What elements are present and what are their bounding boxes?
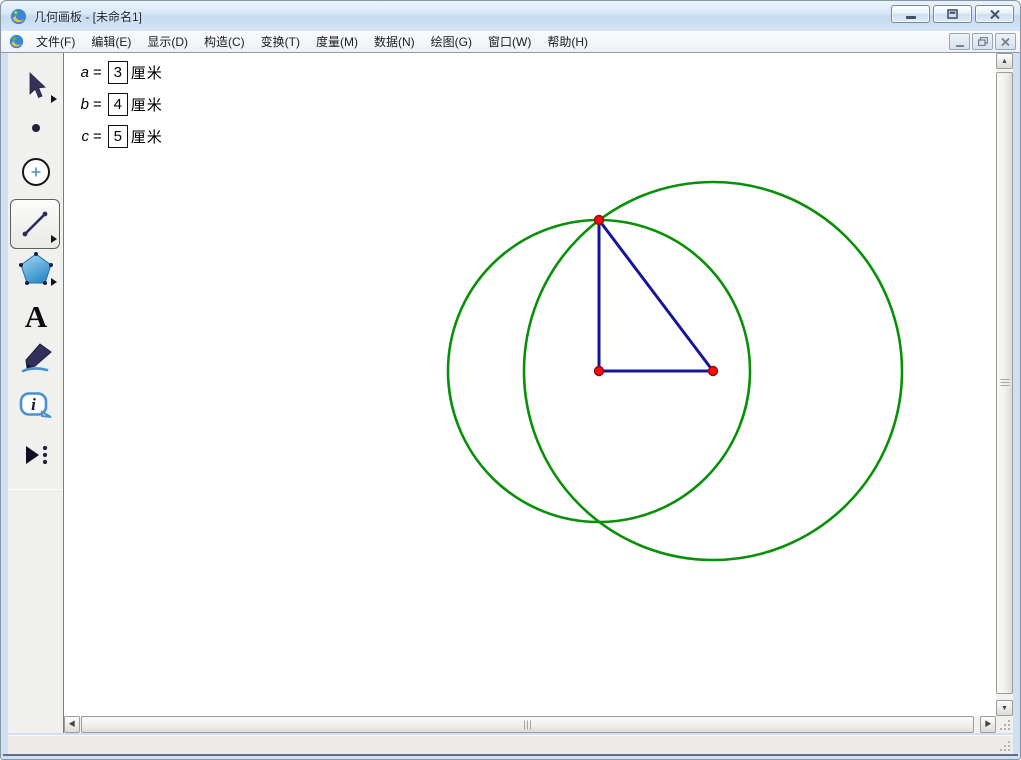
marker-tool[interactable] bbox=[13, 336, 59, 380]
point-B[interactable] bbox=[595, 367, 604, 376]
menu-bar: 文件(F) 编辑(E) 显示(D) 构造(C) 变换(T) 度量(M) 数据(N… bbox=[1, 31, 1020, 53]
geometry-svg bbox=[64, 53, 996, 716]
restore-icon bbox=[947, 9, 958, 19]
flyout-arrow-icon[interactable] bbox=[51, 95, 57, 103]
selection-arrow-icon bbox=[23, 71, 49, 101]
information-tool[interactable]: i bbox=[13, 385, 59, 429]
resize-grip-icon[interactable] bbox=[1000, 720, 1011, 731]
vertical-scrollbar[interactable]: ▲ ▼ bbox=[996, 53, 1013, 716]
minimize-button[interactable] bbox=[891, 5, 930, 23]
parameter-unit: 厘米 bbox=[131, 126, 163, 147]
mdi-close-icon bbox=[1001, 38, 1010, 46]
information-icon: i bbox=[18, 391, 54, 423]
menu-transform[interactable]: 变换(T) bbox=[253, 31, 308, 52]
menu-construct[interactable]: 构造(C) bbox=[196, 31, 253, 52]
parameter-name: b bbox=[79, 96, 89, 113]
parameter-c: c = 5 厘米 bbox=[79, 124, 163, 149]
point-tool[interactable] bbox=[13, 106, 59, 150]
mdi-restore-button[interactable] bbox=[972, 33, 993, 50]
parameter-value-box[interactable]: 3 bbox=[108, 61, 128, 84]
mdi-minimize-icon bbox=[956, 45, 964, 47]
selection-arrow-tool[interactable] bbox=[13, 64, 59, 108]
segment-tool[interactable] bbox=[10, 199, 60, 249]
custom-tool-icon bbox=[21, 440, 51, 470]
horizontal-scrollbar[interactable]: ◀ ▶ bbox=[64, 716, 996, 733]
parameter-list: a = 3 厘米 b = 4 厘米 c = 5 厘米 bbox=[79, 60, 163, 149]
triangle-segment-AC[interactable] bbox=[599, 220, 713, 371]
mdi-restore-icon bbox=[978, 37, 988, 46]
menu-window[interactable]: 窗口(W) bbox=[480, 31, 539, 52]
scrollbar-grip-icon bbox=[524, 720, 532, 729]
minimize-icon bbox=[906, 16, 916, 19]
parameter-unit: 厘米 bbox=[131, 94, 163, 115]
toolbar-separator bbox=[8, 489, 63, 490]
mdi-window-controls bbox=[949, 33, 1016, 50]
circle-icon bbox=[20, 156, 52, 188]
left-arrow-icon: ◀ bbox=[69, 721, 76, 728]
point-C[interactable] bbox=[709, 367, 718, 376]
window-title: 几何画板 - [未命名1] bbox=[34, 8, 142, 25]
scroll-up-button[interactable]: ▲ bbox=[996, 53, 1013, 69]
title-bar: 几何画板 - [未命名1] bbox=[1, 1, 1020, 31]
point-icon bbox=[29, 121, 43, 135]
window-bottom-edge bbox=[3, 754, 1018, 756]
right-arrow-icon: ▶ bbox=[985, 721, 992, 728]
menu-file[interactable]: 文件(F) bbox=[28, 31, 83, 52]
flyout-arrow-icon[interactable] bbox=[51, 278, 57, 286]
parameter-value-box[interactable]: 4 bbox=[108, 93, 128, 116]
restore-button[interactable] bbox=[933, 5, 972, 23]
custom-tool[interactable] bbox=[13, 433, 59, 477]
polygon-tool[interactable] bbox=[13, 247, 59, 291]
status-bar bbox=[8, 735, 1013, 754]
circle-tool[interactable] bbox=[13, 150, 59, 194]
parameter-b: b = 4 厘米 bbox=[79, 92, 163, 117]
parameter-unit: 厘米 bbox=[131, 62, 163, 83]
resize-grip-icon[interactable] bbox=[1000, 741, 1011, 752]
parameter-name: c bbox=[79, 128, 89, 145]
menu-edit[interactable]: 编辑(E) bbox=[83, 31, 139, 52]
text-tool[interactable]: A bbox=[13, 294, 59, 338]
equals-sign: = bbox=[93, 128, 102, 145]
scroll-down-button[interactable]: ▼ bbox=[996, 700, 1013, 716]
menu-data[interactable]: 数据(N) bbox=[366, 31, 423, 52]
svg-text:i: i bbox=[31, 395, 36, 414]
mdi-minimize-button[interactable] bbox=[949, 33, 970, 50]
text-tool-icon: A bbox=[25, 301, 47, 332]
menu-help[interactable]: 帮助(H) bbox=[539, 31, 596, 52]
flyout-arrow-icon[interactable] bbox=[51, 235, 57, 243]
point-A[interactable] bbox=[595, 216, 604, 225]
mdi-close-button[interactable] bbox=[995, 33, 1016, 50]
segment-icon bbox=[16, 205, 54, 243]
scrollbar-grip-icon bbox=[1000, 379, 1009, 387]
up-arrow-icon: ▲ bbox=[1001, 58, 1008, 65]
parameter-a: a = 3 厘米 bbox=[79, 60, 163, 85]
scroll-left-button[interactable]: ◀ bbox=[64, 716, 80, 733]
scrollbar-corner bbox=[996, 716, 1013, 733]
close-icon bbox=[990, 10, 1000, 19]
app-window: 几何画板 - [未命名1] 文件(F) 编 bbox=[0, 0, 1021, 760]
polygon-icon bbox=[17, 251, 55, 287]
tool-palette: A i bbox=[8, 53, 64, 733]
equals-sign: = bbox=[93, 96, 102, 113]
menu-display[interactable]: 显示(D) bbox=[139, 31, 196, 52]
sketch-canvas[interactable]: a = 3 厘米 b = 4 厘米 c = 5 厘米 bbox=[64, 53, 996, 716]
menu-measure[interactable]: 度量(M) bbox=[308, 31, 366, 52]
down-arrow-icon: ▼ bbox=[1001, 705, 1008, 712]
parameter-value-box[interactable]: 5 bbox=[108, 125, 128, 148]
close-button[interactable] bbox=[975, 5, 1014, 23]
vertical-scrollbar-thumb[interactable] bbox=[996, 72, 1013, 694]
parameter-name: a bbox=[79, 64, 89, 81]
scroll-right-button[interactable]: ▶ bbox=[980, 716, 996, 733]
window-controls bbox=[891, 5, 1014, 23]
menu-app-icon bbox=[9, 34, 24, 49]
horizontal-scrollbar-thumb[interactable] bbox=[81, 716, 974, 733]
menu-graph[interactable]: 绘图(G) bbox=[423, 31, 480, 52]
marker-icon bbox=[18, 341, 54, 375]
equals-sign: = bbox=[93, 64, 102, 81]
app-logo-icon bbox=[10, 8, 27, 25]
